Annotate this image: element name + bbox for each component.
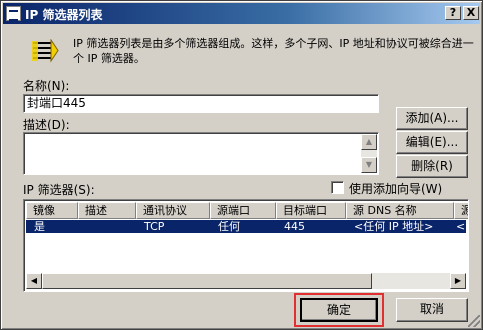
column-header[interactable]: 目标端口	[276, 202, 346, 219]
column-header[interactable]: 镜像	[26, 202, 78, 219]
ip-filter-icon	[32, 39, 59, 63]
ip-filter-list-dialog: IP 筛选器列表 ? X IP 筛选器列表是由多个筛选器组成。这样，多个子网、I…	[0, 0, 483, 330]
description-label: 描述(D):	[23, 118, 70, 132]
table-row[interactable]: 是 TCP 任何 445 <任何 IP 地址> <	[26, 220, 466, 233]
use-wizard-label[interactable]: 使用添加向导(W)	[349, 180, 442, 197]
list-header: 镜像 描述 通讯协议 源端口 目标端口 源 DNS 名称 源	[26, 202, 468, 219]
resize-grip-icon[interactable]	[468, 315, 480, 327]
add-button[interactable]: 添加(A)...	[396, 107, 468, 130]
use-wizard-checkbox[interactable]	[331, 181, 344, 194]
close-button[interactable]: X	[463, 6, 479, 20]
window-title: IP 筛选器列表	[25, 8, 103, 22]
description-scrollbar[interactable]: ▲ ▼	[361, 134, 377, 173]
scroll-thumb[interactable]	[42, 273, 372, 289]
title-bar[interactable]: IP 筛选器列表 ? X	[3, 3, 480, 24]
scroll-left-icon[interactable]: ◀	[26, 273, 42, 289]
description-textarea[interactable]: ▲ ▼	[23, 132, 379, 175]
row-cell: <	[456, 220, 466, 233]
filter-list-icon	[6, 6, 21, 21]
remove-button[interactable]: 删除(R)	[396, 155, 468, 178]
column-header[interactable]: 源	[454, 202, 468, 219]
ok-button[interactable]: 确定	[300, 298, 378, 322]
edit-button[interactable]: 编辑(E)...	[396, 131, 468, 154]
row-cell: 是	[34, 220, 45, 233]
column-header[interactable]: 通讯协议	[136, 202, 210, 219]
help-button[interactable]: ?	[445, 6, 461, 20]
ip-filters-label: IP 筛选器(S):	[23, 183, 95, 197]
row-cell: TCP	[144, 220, 165, 233]
column-header[interactable]: 源 DNS 名称	[346, 202, 454, 219]
row-cell: <任何 IP 地址>	[354, 220, 434, 233]
scroll-right-icon[interactable]: ▶	[450, 273, 466, 289]
ip-filters-list[interactable]: 镜像 描述 通讯协议 源端口 目标端口 源 DNS 名称 源 是 TCP 任何 …	[23, 199, 469, 292]
row-cell: 445	[284, 220, 305, 233]
list-horizontal-scrollbar[interactable]: ◀ ▶	[26, 273, 466, 289]
name-input[interactable]: 封端口445	[23, 94, 379, 113]
scroll-down-icon[interactable]: ▼	[361, 157, 377, 173]
column-header[interactable]: 描述	[78, 202, 136, 219]
name-label: 名称(N):	[23, 79, 70, 93]
cancel-button[interactable]: 取消	[396, 298, 468, 322]
scroll-up-icon[interactable]: ▲	[361, 134, 377, 150]
column-header[interactable]: 源端口	[210, 202, 276, 219]
row-cell: 任何	[218, 220, 240, 233]
dialog-description: IP 筛选器列表是由多个筛选器组成。这样，多个子网、IP 地址和协议可被综合进一…	[73, 37, 474, 65]
